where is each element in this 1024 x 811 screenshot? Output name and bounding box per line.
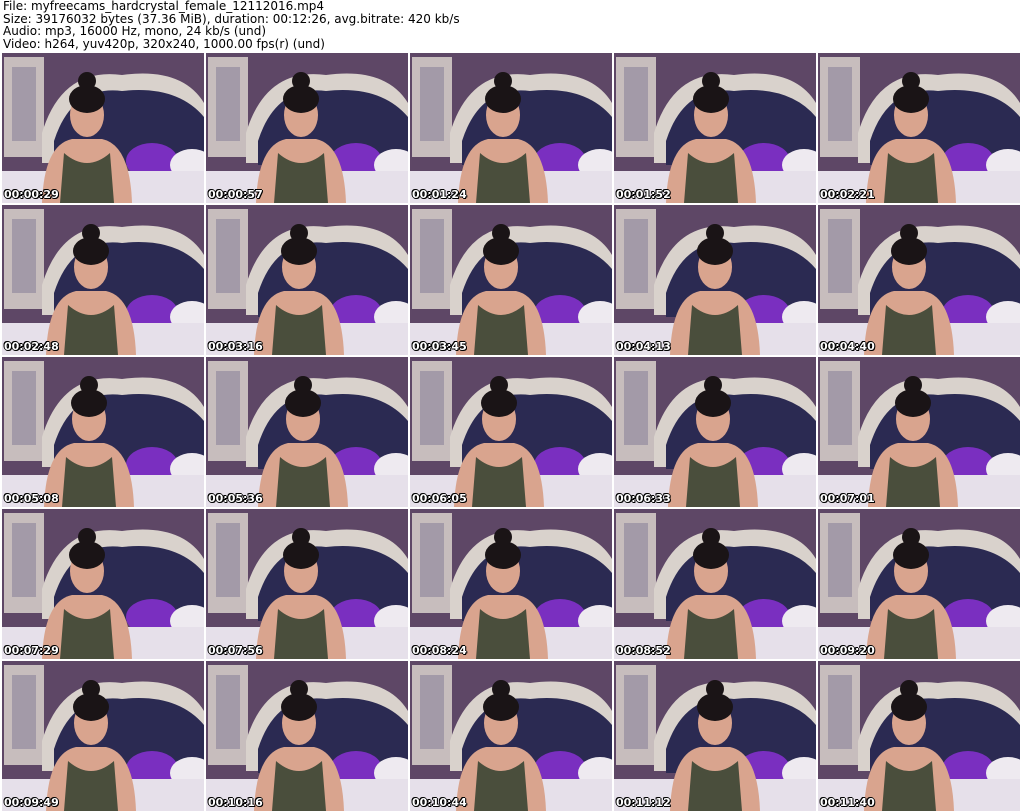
video-thumbnail: 00:08:52	[614, 509, 816, 659]
video-thumbnail: 00:05:08	[2, 357, 204, 507]
timestamp-label: 00:11:12	[616, 796, 671, 809]
video-thumbnail: 00:03:45	[410, 205, 612, 355]
timestamp-label: 00:02:48	[4, 340, 59, 353]
video-thumbnail: 00:08:24	[410, 509, 612, 659]
timestamp-label: 00:09:20	[820, 644, 875, 657]
video-thumbnail: 00:03:16	[206, 205, 408, 355]
timestamp-label: 00:02:21	[820, 188, 875, 201]
timestamp-label: 00:00:29	[4, 188, 59, 201]
video-thumbnail: 00:07:01	[818, 357, 1020, 507]
timestamp-label: 00:11:40	[820, 796, 875, 809]
thumbnail-scene	[614, 357, 816, 507]
thumbnail-scene	[2, 509, 204, 659]
timestamp-label: 00:10:44	[412, 796, 467, 809]
video-thumbnail: 00:06:05	[410, 357, 612, 507]
thumbnail-scene	[206, 661, 408, 811]
video-thumbnail: 00:09:49	[2, 661, 204, 811]
video-thumbnail: 00:07:56	[206, 509, 408, 659]
file-line: File: myfreecams_hardcrystal_female_1211…	[3, 0, 325, 13]
timestamp-label: 00:09:49	[4, 796, 59, 809]
timestamp-label: 00:04:40	[820, 340, 875, 353]
video-thumbnail: 00:10:16	[206, 661, 408, 811]
video-thumbnail: 00:05:36	[206, 357, 408, 507]
thumbnail-scene	[206, 205, 408, 355]
video-thumbnail: 00:11:40	[818, 661, 1020, 811]
thumbnail-grid: 00:00:29 00:00:57 00:01:24 00:01:52 00:02:21…	[2, 53, 1020, 811]
thumbnail-scene	[410, 357, 612, 507]
timestamp-label: 00:06:05	[412, 492, 467, 505]
thumbnail-scene	[410, 661, 612, 811]
file-info-header: File: myfreecams_hardcrystal_female_1211…	[3, 0, 1021, 52]
thumbnail-scene	[614, 205, 816, 355]
thumbnail-scene	[614, 53, 816, 203]
thumbnail-scene	[818, 661, 1020, 811]
timestamp-label: 00:07:56	[208, 644, 263, 657]
timestamp-label: 00:07:29	[4, 644, 59, 657]
thumbnail-scene	[206, 509, 408, 659]
thumbnail-scene	[818, 205, 1020, 355]
timestamp-label: 00:04:13	[616, 340, 671, 353]
video-thumbnail: 00:02:48	[2, 205, 204, 355]
timestamp-label: 00:10:16	[208, 796, 263, 809]
timestamp-label: 00:05:36	[208, 492, 263, 505]
timestamp-label: 00:06:33	[616, 492, 671, 505]
thumbnail-scene	[2, 661, 204, 811]
video-thumbnail: 00:02:21	[818, 53, 1020, 203]
thumbnail-scene	[2, 205, 204, 355]
timestamp-label: 00:08:24	[412, 644, 467, 657]
video-thumbnail: 00:04:40	[818, 205, 1020, 355]
timestamp-label: 00:03:45	[412, 340, 467, 353]
thumbnail-scene	[410, 205, 612, 355]
video-thumbnail: 00:00:29	[2, 53, 204, 203]
timestamp-label: 00:01:24	[412, 188, 467, 201]
video-line: Video: h264, yuv420p, 320x240, 1000.00 f…	[3, 36, 325, 51]
timestamp-label: 00:07:01	[820, 492, 875, 505]
thumbnail-scene	[818, 53, 1020, 203]
video-thumbnail: 00:01:24	[410, 53, 612, 203]
thumbnail-scene	[206, 53, 408, 203]
audio-line: Audio: mp3, 16000 Hz, mono, 24 kb/s (und…	[3, 24, 267, 38]
video-thumbnail: 00:01:52	[614, 53, 816, 203]
video-thumbnail: 00:06:33	[614, 357, 816, 507]
video-thumbnail: 00:00:57	[206, 53, 408, 203]
thumbnail-scene	[2, 357, 204, 507]
timestamp-label: 00:08:52	[616, 644, 671, 657]
thumbnail-scene	[818, 509, 1020, 659]
thumbnail-scene	[614, 661, 816, 811]
timestamp-label: 00:03:16	[208, 340, 263, 353]
timestamp-label: 00:00:57	[208, 188, 263, 201]
thumbnail-scene	[410, 509, 612, 659]
timestamp-label: 00:01:52	[616, 188, 671, 201]
timestamp-label: 00:05:08	[4, 492, 59, 505]
thumbnail-scene	[614, 509, 816, 659]
video-thumbnail: 00:11:12	[614, 661, 816, 811]
thumbnail-scene	[818, 357, 1020, 507]
thumbnail-scene	[410, 53, 612, 203]
video-thumbnail: 00:10:44	[410, 661, 612, 811]
video-thumbnail: 00:04:13	[614, 205, 816, 355]
video-thumbnail: 00:07:29	[2, 509, 204, 659]
thumbnail-scene	[2, 53, 204, 203]
thumbnail-scene	[206, 357, 408, 507]
video-thumbnail: 00:09:20	[818, 509, 1020, 659]
